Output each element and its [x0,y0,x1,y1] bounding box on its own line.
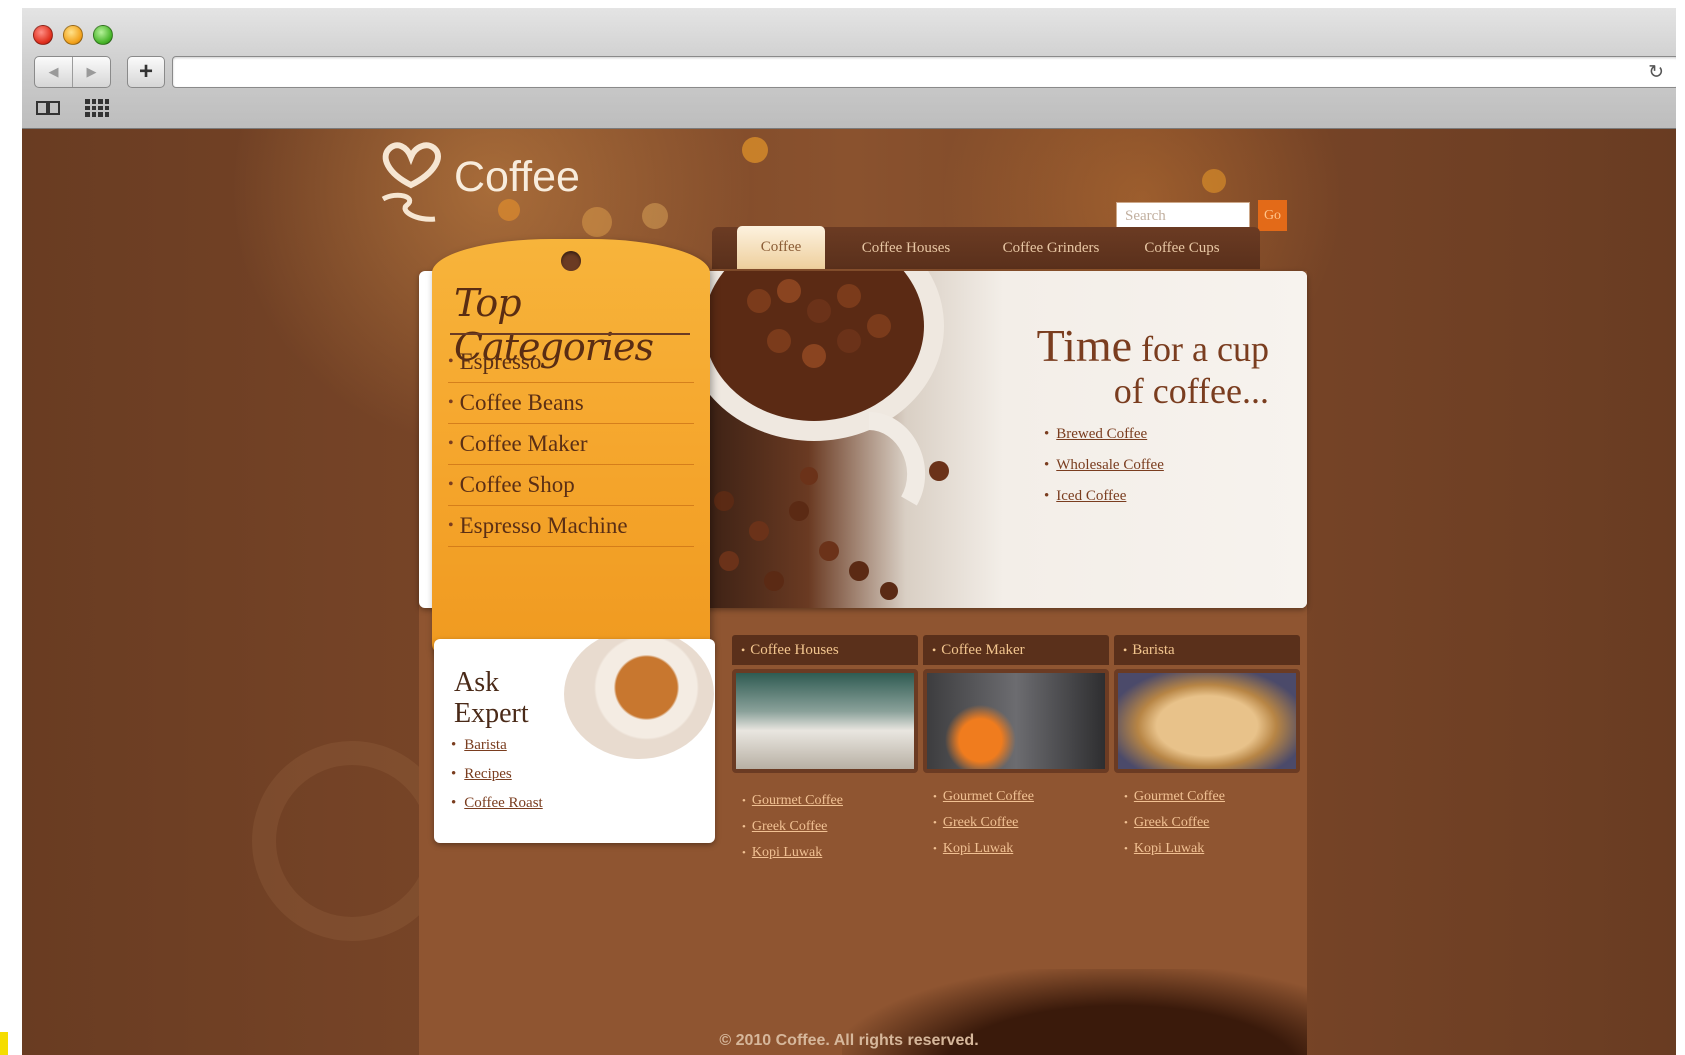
hero-heading: Time for a cup of coffee... [959,323,1269,412]
whipped-cream-image[interactable] [1114,669,1300,773]
browser-window: ◀ ▶ + ↻ Coffee Search Go Coffee Coffee H… [22,8,1676,1055]
list-item: Greek Coffee [1124,815,1300,841]
list-item: Greek Coffee [742,819,918,845]
tab-coffee-cups[interactable]: Coffee Cups [1127,227,1237,269]
link-recipes[interactable]: Recipes [464,766,511,782]
list-item: Gourmet Coffee [742,793,918,819]
hero-heading-rest: for a cup [1132,329,1269,369]
decorative-light [642,203,668,229]
ask-expert-box: Ask Expert Barista Recipes Coffee Roast [434,639,715,843]
category-coffee-maker[interactable]: Coffee Maker [448,424,694,465]
link-kopi-luwak[interactable]: Kopi Luwak [752,845,822,860]
link-coffee-roast[interactable]: Coffee Roast [464,795,542,811]
link-brewed-coffee[interactable]: Brewed Coffee [1056,426,1147,442]
decorative-light [742,137,768,163]
top-sites-grid-icon[interactable] [85,99,109,117]
tab-coffee-houses[interactable]: Coffee Houses [844,227,968,269]
column-barista: Barista Gourmet Coffee Greek Coffee Kopi… [1114,635,1300,867]
hero-links: Brewed Coffee Wholesale Coffee Iced Coff… [1044,426,1164,519]
tab-coffee-grinders[interactable]: Coffee Grinders [982,227,1120,269]
bookmarks-book-icon[interactable] [36,101,62,115]
column-heading[interactable]: Coffee Maker [923,635,1109,665]
ask-expert-title: Ask Expert [454,667,529,729]
category-list: Espresso Coffee Beans Coffee Maker Coffe… [448,342,694,547]
link-gourmet-coffee[interactable]: Gourmet Coffee [943,789,1034,804]
link-iced-coffee[interactable]: Iced Coffee [1056,488,1126,504]
espresso-machine-image[interactable] [923,669,1109,773]
list-item: Wholesale Coffee [1044,457,1164,488]
column-links: Gourmet Coffee Greek Coffee Kopi Luwak [1114,789,1300,867]
link-kopi-luwak[interactable]: Kopi Luwak [1134,841,1204,856]
link-barista[interactable]: Barista [464,737,507,753]
coffee-cup-with-beans-image [684,271,949,600]
coffee-beans-photo [684,271,1307,608]
tag-hole [561,251,581,271]
link-kopi-luwak[interactable]: Kopi Luwak [943,841,1013,856]
link-greek-coffee[interactable]: Greek Coffee [943,815,1019,830]
link-greek-coffee[interactable]: Greek Coffee [752,819,828,834]
category-coffee-beans[interactable]: Coffee Beans [448,383,694,424]
site-logo[interactable]: Coffee [377,135,597,235]
expert-links: Barista Recipes Coffee Roast [451,737,543,824]
column-heading[interactable]: Coffee Houses [732,635,918,665]
main-navigation: Coffee Coffee Houses Coffee Grinders Cof… [712,226,1260,269]
latte-cup-image [564,639,714,759]
list-item: Kopi Luwak [933,841,1109,867]
link-wholesale-coffee[interactable]: Wholesale Coffee [1056,457,1164,473]
link-greek-coffee[interactable]: Greek Coffee [1134,815,1210,830]
column-coffee-houses: Coffee Houses Gourmet Coffee Greek Coffe… [732,635,918,871]
category-espresso[interactable]: Espresso [448,342,694,383]
category-coffee-shop[interactable]: Coffee Shop [448,465,694,506]
edge-marker [0,1032,8,1055]
footer-copyright: © 2010 Coffee. All rights reserved. [719,1032,979,1049]
column-links: Gourmet Coffee Greek Coffee Kopi Luwak [732,793,918,871]
coffee-cup-splash-image[interactable] [732,669,918,773]
list-item: Coffee Roast [451,795,542,824]
browser-toolbar: ◀ ▶ + ↻ [22,8,1676,129]
divider [450,333,690,335]
list-item: Gourmet Coffee [933,789,1109,815]
list-item: Iced Coffee [1044,488,1164,519]
ask-expert-line1: Ask [454,667,500,698]
close-window-button[interactable] [33,25,53,45]
link-gourmet-coffee[interactable]: Gourmet Coffee [752,793,843,808]
link-gourmet-coffee[interactable]: Gourmet Coffee [1134,789,1225,804]
list-item: Recipes [451,766,543,795]
list-item: Kopi Luwak [742,845,918,871]
tab-coffee[interactable]: Coffee [737,226,825,269]
address-bar[interactable]: ↻ [172,56,1676,88]
history-navigation: ◀ ▶ [34,56,111,88]
web-page: Coffee Search Go Coffee Coffee Houses Co… [22,129,1676,1055]
column-links: Gourmet Coffee Greek Coffee Kopi Luwak [923,789,1109,867]
top-categories-tag: Top Categories Espresso Coffee Beans Cof… [432,239,710,654]
list-item: Kopi Luwak [1124,841,1300,867]
add-bookmark-button[interactable]: + [127,56,165,88]
decorative-light [1202,169,1226,193]
hero-heading-line2: of coffee... [1113,371,1269,411]
ask-expert-line2: Expert [454,698,529,729]
category-espresso-machine[interactable]: Espresso Machine [448,506,694,547]
column-coffee-maker: Coffee Maker Gourmet Coffee Greek Coffee… [923,635,1109,867]
list-item: Barista [451,737,543,766]
list-item: Greek Coffee [933,815,1109,841]
back-button[interactable]: ◀ [35,57,72,87]
list-item: Gourmet Coffee [1124,789,1300,815]
hero-heading-time: Time [1036,320,1133,371]
column-heading[interactable]: Barista [1114,635,1300,665]
list-item: Brewed Coffee [1044,426,1164,457]
reload-icon[interactable]: ↻ [1648,61,1664,84]
logo-text: Coffee [454,153,580,201]
zoom-window-button[interactable] [93,25,113,45]
minimize-window-button[interactable] [63,25,83,45]
heart-steam-icon [381,142,441,222]
search-go-button[interactable]: Go [1258,200,1287,231]
forward-button[interactable]: ▶ [72,57,110,87]
